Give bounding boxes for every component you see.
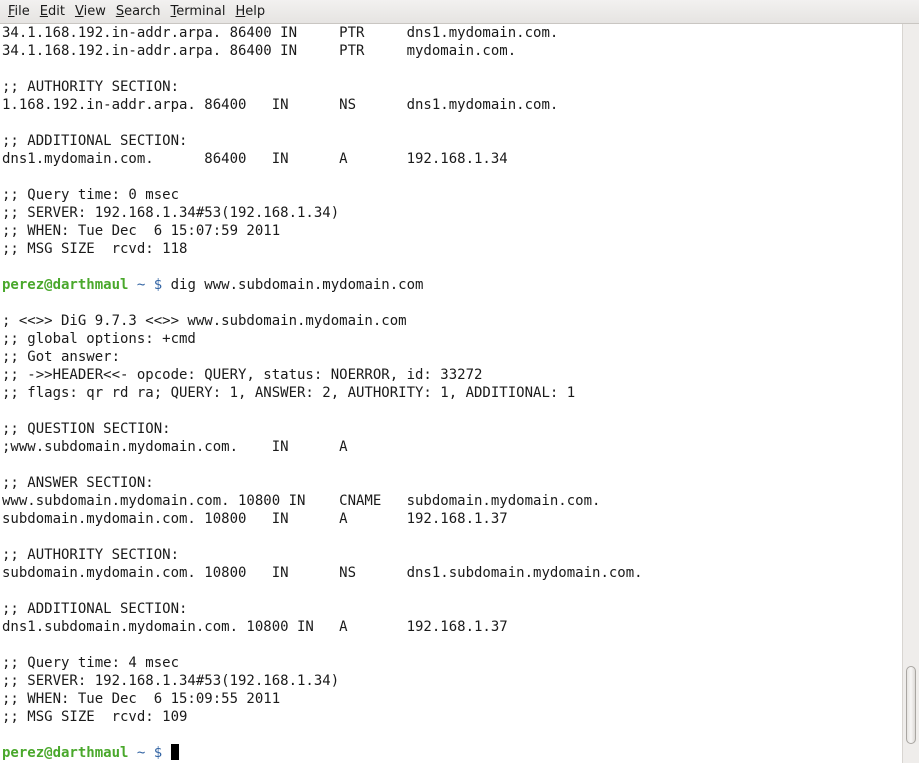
terminal-line: ;www.subdomain.mydomain.com. IN A [2,439,348,455]
terminal-line: ;; global options: +cmd [2,331,196,347]
terminal-lines: 34.1.168.192.in-addr.arpa. 86400 IN PTR … [2,24,643,762]
prompt-line: perez@darthmaul ~ $ dig www.subdomain.my… [2,276,643,294]
menu-label-rest: ile [14,4,30,19]
terminal-window: File Edit View Search Terminal Help 34.1.168.… [0,0,919,763]
terminal-line: www.subdomain.mydomain.com. 10800 IN CNA… [2,493,601,509]
menu-label-rest: earch [124,4,161,19]
terminal-line: ;; ADDITIONAL SECTION: [2,133,188,149]
menu-label-rest: erminal [176,4,226,19]
terminal-line: ;; QUESTION SECTION: [2,421,171,437]
prompt-user-host: perez@darthmaul [2,745,129,761]
terminal-line: ;; AUTHORITY SECTION: [2,79,180,95]
menu-mnemonic: V [74,4,84,19]
terminal-line: 1.168.192.in-addr.arpa. 86400 IN NS dns1… [2,97,559,113]
menu-mnemonic: S [115,4,125,19]
menu-mnemonic: E [39,4,48,19]
terminal-line: subdomain.mydomain.com. 10800 IN NS dns1… [2,565,643,581]
terminal-line: ; <<>> DiG 9.7.3 <<>> www.subdomain.mydo… [2,313,407,329]
terminal-line: ;; Query time: 0 msec [2,187,180,203]
terminal-line: ;; flags: qr rd ra; QUERY: 1, ANSWER: 2,… [2,385,576,401]
prompt-path: ~ $ [128,277,171,293]
terminal-line: ;; AUTHORITY SECTION: [2,547,180,563]
menu-label-rest: dit [48,4,65,19]
menu-edit[interactable]: Edit [36,2,69,21]
scrollbar-thumb[interactable] [906,666,916,744]
terminal-line: ;; WHEN: Tue Dec 6 15:09:55 2011 [2,691,281,707]
terminal-line: ;; WHEN: Tue Dec 6 15:07:59 2011 [2,223,281,239]
terminal-line: ;; ->>HEADER<<- opcode: QUERY, status: N… [2,367,483,383]
menu-search[interactable]: Search [112,2,165,21]
terminal-line: ;; MSG SIZE rcvd: 118 [2,241,188,257]
terminal-line: ;; ADDITIONAL SECTION: [2,601,188,617]
menu-label-rest: elp [245,4,266,19]
text-cursor [170,744,179,760]
prompt-line: perez@darthmaul ~ $ [2,744,643,762]
menu-label-rest: iew [83,4,106,19]
vertical-scrollbar[interactable] [902,24,919,763]
prompt-user-host: perez@darthmaul [2,277,129,293]
terminal-line: ;; SERVER: 192.168.1.34#53(192.168.1.34) [2,205,340,221]
terminal-line: ;; Got answer: [2,349,121,365]
terminal-line: ;; ANSWER SECTION: [2,475,154,491]
terminal-line: dns1.subdomain.mydomain.com. 10800 IN A … [2,619,508,635]
command-text: dig www.subdomain.mydomain.com [170,277,424,293]
menu-terminal[interactable]: Terminal [167,2,230,21]
menu-mnemonic: H [235,4,246,19]
terminal-line: ;; MSG SIZE rcvd: 109 [2,709,188,725]
terminal-line: 34.1.168.192.in-addr.arpa. 86400 IN PTR … [2,43,517,59]
terminal-line: ;; Query time: 4 msec [2,655,180,671]
terminal-line: subdomain.mydomain.com. 10800 IN A 192.1… [2,511,508,527]
menu-bar: File Edit View Search Terminal Help [0,0,919,24]
menu-view[interactable]: View [71,2,110,21]
terminal-output[interactable]: 34.1.168.192.in-addr.arpa. 86400 IN PTR … [0,24,902,763]
terminal-line: 34.1.168.192.in-addr.arpa. 86400 IN PTR … [2,25,559,41]
menu-help[interactable]: Help [231,2,269,21]
prompt-path: ~ $ [128,745,171,761]
terminal-line: ;; SERVER: 192.168.1.34#53(192.168.1.34) [2,673,340,689]
terminal-line: dns1.mydomain.com. 86400 IN A 192.168.1.… [2,151,508,167]
menu-file[interactable]: File [4,2,34,21]
